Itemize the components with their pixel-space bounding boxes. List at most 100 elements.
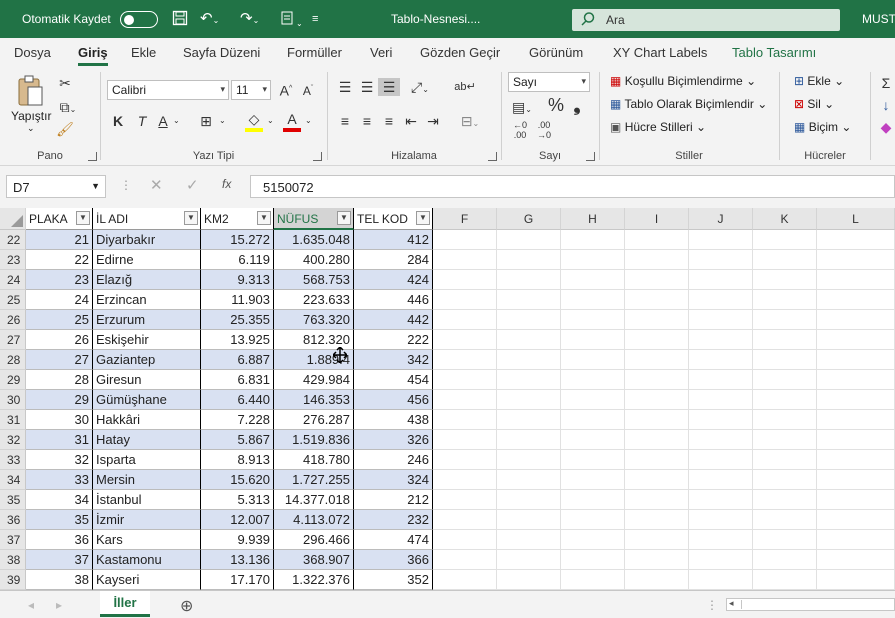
empty-cell[interactable] bbox=[753, 410, 817, 430]
cell-plaka[interactable]: 26 bbox=[26, 330, 93, 350]
empty-cell[interactable] bbox=[433, 370, 497, 390]
borders-icon[interactable]: ⊞ bbox=[197, 112, 215, 130]
empty-cell[interactable] bbox=[689, 310, 753, 330]
clipboard-launcher-icon[interactable] bbox=[88, 152, 97, 161]
cell-plaka[interactable]: 35 bbox=[26, 510, 93, 530]
cell-nufus[interactable]: 429.984 bbox=[274, 370, 354, 390]
cell-nufus[interactable]: 400.280 bbox=[274, 250, 354, 270]
row-header[interactable]: 39 bbox=[0, 570, 26, 590]
column-header-h[interactable]: H bbox=[561, 208, 625, 230]
empty-cell[interactable] bbox=[625, 390, 689, 410]
cell-styles-button[interactable]: ▣ Hücre Stilleri ⌄ bbox=[610, 120, 706, 134]
cell-nufus[interactable]: 1.519.836 bbox=[274, 430, 354, 450]
empty-cell[interactable] bbox=[753, 550, 817, 570]
autosave-toggle[interactable] bbox=[120, 11, 158, 28]
empty-cell[interactable] bbox=[817, 530, 895, 550]
align-bottom-icon[interactable]: ☰ bbox=[378, 78, 400, 96]
increase-indent-icon[interactable]: ⇥ bbox=[424, 112, 442, 130]
tab-veri[interactable]: Veri bbox=[370, 45, 392, 60]
row-header[interactable]: 29 bbox=[0, 370, 26, 390]
empty-cell[interactable] bbox=[817, 330, 895, 350]
alignment-launcher-icon[interactable] bbox=[488, 152, 497, 161]
cell-il-adi[interactable]: Kars bbox=[93, 530, 201, 550]
empty-cell[interactable] bbox=[689, 270, 753, 290]
cell-il-adi[interactable]: Giresun bbox=[93, 370, 201, 390]
empty-cell[interactable] bbox=[433, 550, 497, 570]
cell-km2[interactable]: 25.355 bbox=[201, 310, 274, 330]
font-color-icon[interactable]: A bbox=[283, 110, 301, 132]
row-header[interactable]: 33 bbox=[0, 450, 26, 470]
empty-cell[interactable] bbox=[497, 350, 561, 370]
tab-gorunum[interactable]: Görünüm bbox=[529, 45, 583, 60]
cell-plaka[interactable]: 23 bbox=[26, 270, 93, 290]
cell-km2[interactable]: 12.007 bbox=[201, 510, 274, 530]
empty-cell[interactable] bbox=[561, 490, 625, 510]
empty-cell[interactable] bbox=[689, 470, 753, 490]
cell-nufus[interactable]: 1.635.048 bbox=[274, 230, 354, 250]
empty-cell[interactable] bbox=[753, 290, 817, 310]
cell-km2[interactable]: 13.136 bbox=[201, 550, 274, 570]
empty-cell[interactable] bbox=[497, 510, 561, 530]
empty-cell[interactable] bbox=[497, 470, 561, 490]
cell-il-adi[interactable]: Gaziantep bbox=[93, 350, 201, 370]
cell-km2[interactable]: 6.831 bbox=[201, 370, 274, 390]
cell-nufus[interactable]: 14.377.018 bbox=[274, 490, 354, 510]
cell-nufus[interactable]: 763.320 bbox=[274, 310, 354, 330]
row-header[interactable]: 28 bbox=[0, 350, 26, 370]
tab-ekle[interactable]: Ekle bbox=[131, 45, 156, 60]
cell-il-adi[interactable]: Kayseri bbox=[93, 570, 201, 590]
empty-cell[interactable] bbox=[689, 370, 753, 390]
row-header[interactable]: 35 bbox=[0, 490, 26, 510]
empty-cell[interactable] bbox=[561, 510, 625, 530]
decrease-decimal-icon[interactable]: .00 →0 bbox=[534, 120, 554, 140]
tab-tablo-tasarimi[interactable]: Tablo Tasarımı bbox=[732, 45, 816, 60]
font-size-combo[interactable]: 11 ▾ bbox=[231, 80, 271, 100]
format-as-table-button[interactable]: ▦ Tablo Olarak Biçimlendir ⌄ bbox=[610, 97, 767, 111]
empty-cell[interactable] bbox=[689, 530, 753, 550]
delete-cells-button[interactable]: ⊠ Sil ⌄ bbox=[794, 97, 834, 111]
empty-cell[interactable] bbox=[625, 230, 689, 250]
align-left-icon[interactable]: ≡ bbox=[336, 112, 354, 130]
column-header-tel-kod[interactable]: TEL KOD ▼ bbox=[354, 208, 433, 230]
empty-cell[interactable] bbox=[433, 390, 497, 410]
empty-cell[interactable] bbox=[561, 390, 625, 410]
merge-center-icon[interactable]: ⊟⌄ bbox=[456, 112, 484, 133]
comma-style-icon[interactable]: ❟ bbox=[570, 96, 584, 114]
row-header[interactable]: 32 bbox=[0, 430, 26, 450]
empty-cell[interactable] bbox=[433, 470, 497, 490]
empty-cell[interactable] bbox=[497, 250, 561, 270]
cell-km2[interactable]: 5.867 bbox=[201, 430, 274, 450]
empty-cell[interactable] bbox=[561, 250, 625, 270]
cell-km2[interactable]: 11.903 bbox=[201, 290, 274, 310]
fill-color-icon[interactable]: ◇ bbox=[245, 110, 263, 132]
empty-cell[interactable] bbox=[689, 490, 753, 510]
empty-cell[interactable] bbox=[497, 490, 561, 510]
chevron-down-icon[interactable]: ⌄ bbox=[267, 112, 274, 130]
tab-giris[interactable]: Giriş bbox=[78, 45, 108, 66]
cell-il-adi[interactable]: İstanbul bbox=[93, 490, 201, 510]
cell-plaka[interactable]: 34 bbox=[26, 490, 93, 510]
row-header[interactable]: 36 bbox=[0, 510, 26, 530]
cell-tel-kod[interactable]: 474 bbox=[354, 530, 433, 550]
italic-button[interactable]: T bbox=[135, 112, 149, 130]
row-header[interactable]: 27 bbox=[0, 330, 26, 350]
empty-cell[interactable] bbox=[497, 430, 561, 450]
cell-nufus[interactable]: 296.466 bbox=[274, 530, 354, 550]
empty-cell[interactable] bbox=[497, 450, 561, 470]
clear-icon[interactable]: ◆ bbox=[878, 118, 894, 136]
empty-cell[interactable] bbox=[625, 410, 689, 430]
empty-cell[interactable] bbox=[561, 450, 625, 470]
cell-il-adi[interactable]: Elazığ bbox=[93, 270, 201, 290]
column-header-j[interactable]: J bbox=[689, 208, 753, 230]
empty-cell[interactable] bbox=[753, 490, 817, 510]
number-launcher-icon[interactable] bbox=[586, 152, 595, 161]
decrease-indent-icon[interactable]: ⇤ bbox=[402, 112, 420, 130]
empty-cell[interactable] bbox=[625, 510, 689, 530]
cell-tel-kod[interactable]: 284 bbox=[354, 250, 433, 270]
empty-cell[interactable] bbox=[625, 450, 689, 470]
cell-il-adi[interactable]: Mersin bbox=[93, 470, 201, 490]
enter-icon[interactable]: ✓ bbox=[186, 176, 199, 194]
empty-cell[interactable] bbox=[433, 410, 497, 430]
empty-cell[interactable] bbox=[817, 250, 895, 270]
cell-km2[interactable]: 17.170 bbox=[201, 570, 274, 590]
